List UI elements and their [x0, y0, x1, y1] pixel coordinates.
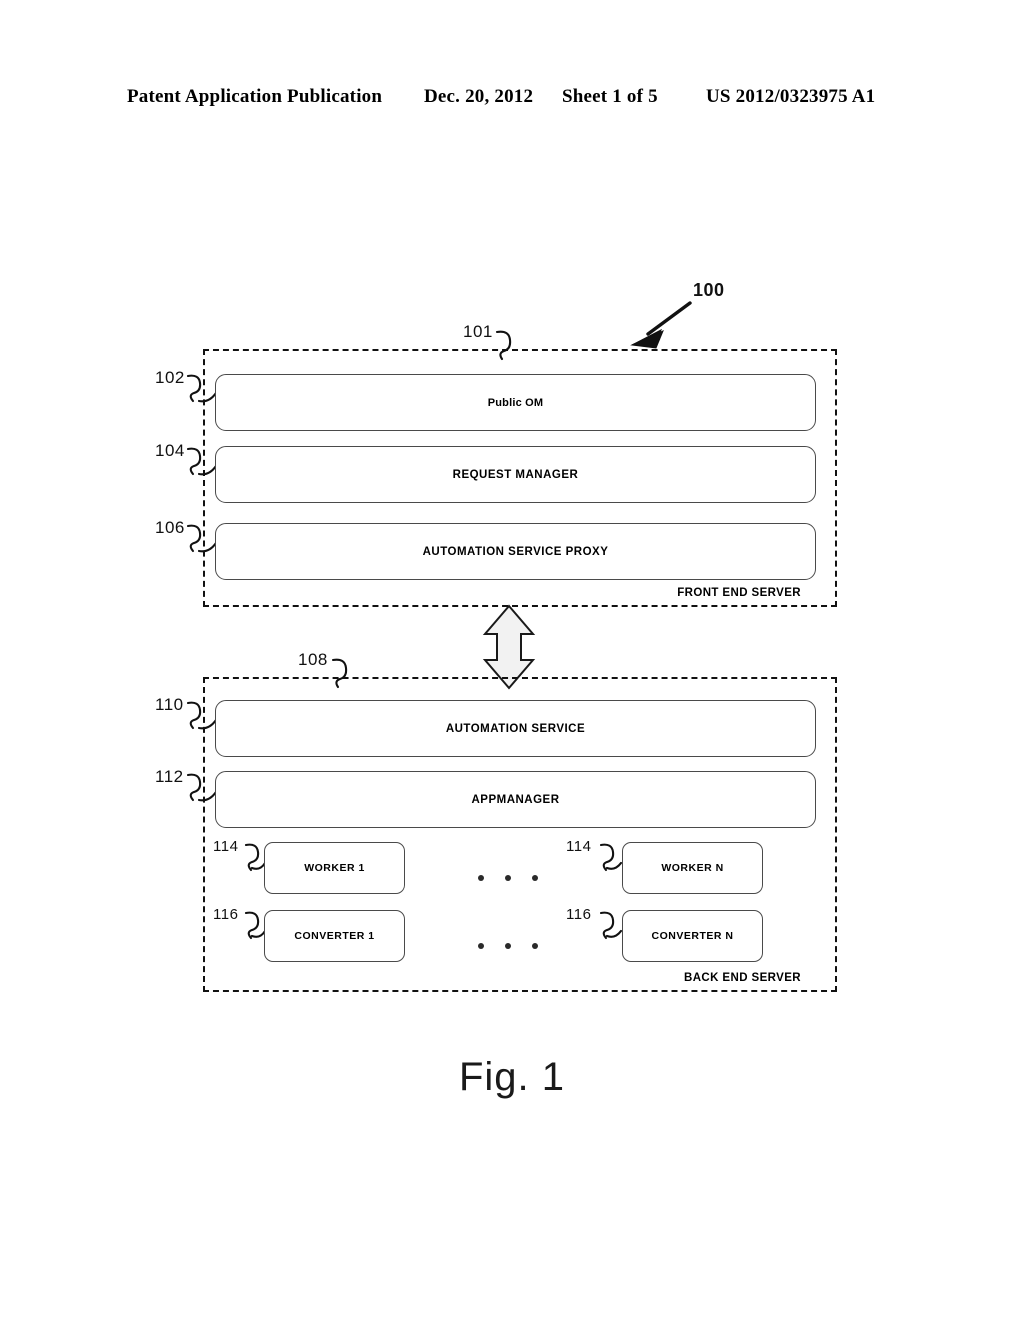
component-automation-service-label: AUTOMATION SERVICE	[445, 722, 586, 735]
component-worker-n-label: WORKER N	[661, 862, 724, 874]
reference-numeral-114-worker-1: 114	[213, 838, 239, 855]
back-end-server-label: BACK END SERVER	[684, 972, 801, 984]
reference-numeral-104: 104	[155, 441, 185, 460]
ellipsis-dot	[532, 943, 538, 949]
system-pointer-arrow	[630, 301, 692, 349]
component-appmanager[interactable]: APPMANAGER	[215, 771, 816, 828]
component-automation-service-proxy[interactable]: AUTOMATION SERVICE PROXY	[215, 523, 816, 580]
reference-numeral-108: 108	[298, 650, 328, 669]
converter-ellipsis-dots	[478, 943, 538, 949]
figure-caption: Fig. 1	[458, 1055, 566, 1099]
component-appmanager-label: APPMANAGER	[471, 793, 560, 806]
reference-numeral-106: 106	[155, 518, 185, 537]
component-converter-1[interactable]: CONVERTER 1	[264, 910, 405, 962]
reference-numeral-114-worker-n: 114	[566, 838, 592, 855]
ellipsis-dot	[505, 875, 511, 881]
front-end-server-label: FRONT END SERVER	[677, 587, 801, 599]
component-converter-1-label: CONVERTER 1	[294, 930, 375, 942]
leader-110	[186, 701, 202, 730]
leader-112	[186, 773, 202, 802]
component-request-manager-label: REQUEST MANAGER	[452, 468, 579, 481]
component-public-om[interactable]: Public OM	[215, 374, 816, 431]
component-worker-n[interactable]: WORKER N	[622, 842, 763, 894]
ellipsis-dot	[505, 943, 511, 949]
ellipsis-dot	[478, 875, 484, 881]
component-converter-n[interactable]: CONVERTER N	[622, 910, 763, 962]
component-worker-1[interactable]: WORKER 1	[264, 842, 405, 894]
reference-numeral-101: 101	[463, 322, 493, 341]
bidirectional-arrow-icon	[482, 604, 536, 690]
component-automation-service[interactable]: AUTOMATION SERVICE	[215, 700, 816, 757]
reference-numeral-112: 112	[155, 767, 184, 786]
ellipsis-dot	[532, 875, 538, 881]
reference-numeral-100: 100	[693, 280, 725, 300]
component-request-manager[interactable]: REQUEST MANAGER	[215, 446, 816, 503]
ellipsis-dot	[478, 943, 484, 949]
reference-numeral-116-converter-1: 116	[213, 906, 239, 923]
component-public-om-label: Public OM	[487, 396, 544, 409]
patent-figure: FRONT END SERVER Public OM REQUEST MANAG…	[0, 0, 1024, 1320]
leader-106	[186, 524, 202, 553]
leader-102	[186, 374, 202, 403]
component-worker-1-label: WORKER 1	[304, 862, 365, 874]
figure-line-art	[186, 301, 692, 940]
leader-104	[186, 447, 202, 476]
reference-numeral-116-converter-n: 116	[566, 906, 592, 923]
worker-ellipsis-dots	[478, 875, 538, 881]
reference-numeral-110: 110	[155, 695, 184, 714]
component-automation-service-proxy-label: AUTOMATION SERVICE PROXY	[422, 545, 609, 558]
reference-numeral-102: 102	[155, 368, 185, 387]
component-converter-n-label: CONVERTER N	[651, 930, 734, 942]
